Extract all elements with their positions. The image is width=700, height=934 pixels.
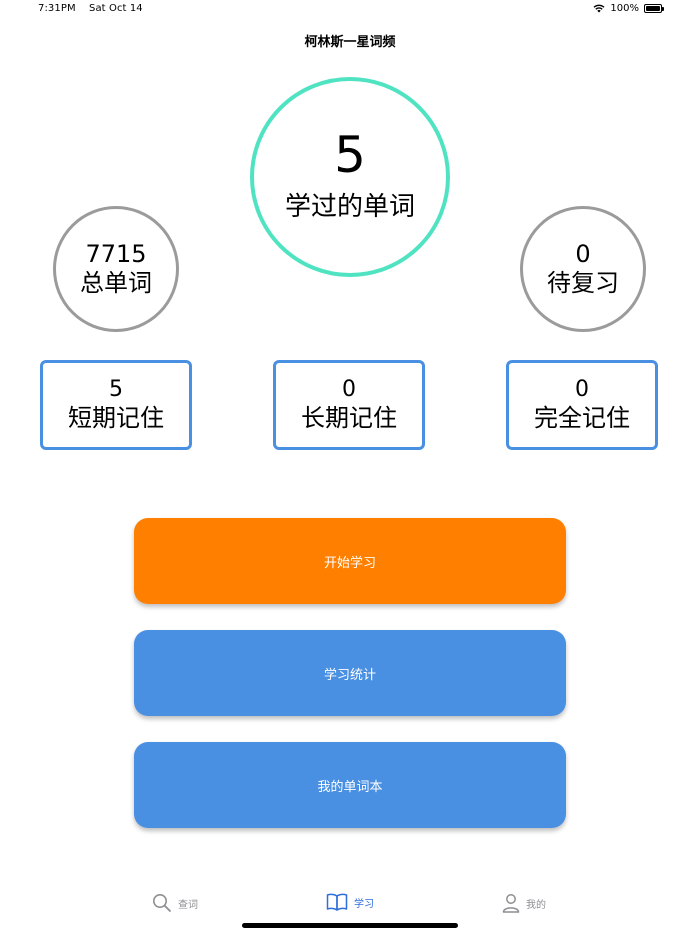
status-date: Sat Oct 14 — [89, 3, 143, 14]
mastered-label: 完全记住 — [534, 404, 630, 432]
wifi-icon — [593, 4, 605, 13]
short-term-label: 短期记住 — [68, 404, 164, 432]
tab-search[interactable]: 查词 — [152, 893, 198, 913]
learned-words-circle: 5 学过的单词 — [250, 77, 450, 277]
battery-percent: 100% — [610, 3, 639, 14]
long-term-count: 0 — [342, 377, 356, 402]
status-time: 7:31PM — [38, 3, 76, 14]
mastered-box: 0 完全记住 — [506, 360, 658, 450]
tab-study-label: 学习 — [354, 898, 374, 910]
long-term-box: 0 长期记住 — [273, 360, 425, 450]
short-term-count: 5 — [109, 377, 123, 402]
learned-words-label: 学过的单词 — [284, 192, 415, 222]
book-icon — [326, 893, 348, 911]
battery-icon — [644, 4, 664, 13]
person-icon — [502, 894, 520, 913]
tab-study[interactable]: 学习 — [326, 893, 374, 911]
status-bar-right: 100% — [593, 3, 664, 14]
total-words-count: 7715 — [85, 240, 147, 268]
tab-bar: 查词 学习 我的 — [0, 890, 700, 918]
short-term-box: 5 短期记住 — [40, 360, 192, 450]
home-indicator — [242, 923, 458, 928]
learned-words-count: 5 — [334, 126, 366, 184]
to-review-label: 待复习 — [547, 269, 619, 297]
total-words-circle: 7715 总单词 — [53, 206, 179, 332]
learning-statistics-button[interactable]: 学习统计 — [134, 630, 566, 716]
tab-search-label: 查词 — [178, 899, 198, 911]
tab-mine-label: 我的 — [526, 899, 546, 911]
tab-mine[interactable]: 我的 — [502, 893, 546, 913]
status-bar-left: 7:31PM Sat Oct 14 — [38, 3, 153, 14]
mastered-count: 0 — [575, 377, 589, 402]
screen: 7:31PM Sat Oct 14 100% 柯林斯一星词频 5 学过的单词 7… — [0, 0, 700, 934]
page-title: 柯林斯一星词频 — [304, 35, 396, 50]
long-term-label: 长期记住 — [301, 404, 397, 432]
total-words-label: 总单词 — [80, 269, 152, 297]
search-icon — [153, 894, 171, 912]
to-review-circle: 0 待复习 — [520, 206, 646, 332]
to-review-count: 0 — [575, 240, 591, 268]
start-learning-button[interactable]: 开始学习 — [134, 518, 566, 604]
my-wordbook-button[interactable]: 我的单词本 — [134, 742, 566, 828]
